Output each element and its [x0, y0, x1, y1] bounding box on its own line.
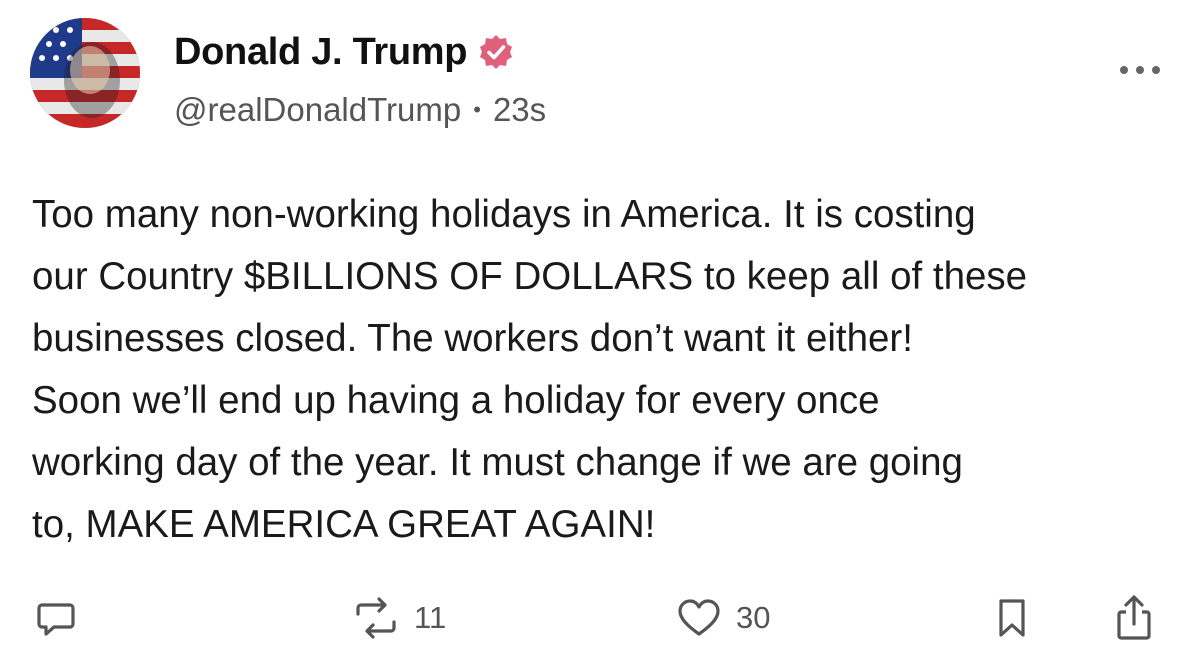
author-handle-row: @realDonaldTrump • 23s — [174, 88, 546, 132]
more-horizontal-icon-dot — [1152, 66, 1160, 74]
author-name-row: Donald J. Trump — [174, 26, 515, 78]
repost-icon — [356, 597, 396, 639]
verified-badge-icon — [477, 33, 515, 71]
author-handle[interactable]: @realDonaldTrump — [174, 91, 461, 129]
heart-icon — [678, 599, 720, 636]
avatar-flag-portrait-icon — [30, 18, 140, 128]
post-body-line: our Country $BILLIONS OF DOLLARS to keep… — [32, 255, 1028, 298]
reply-icon — [37, 603, 75, 636]
post-body-line: businesses closed. The workers don’t wan… — [32, 317, 913, 360]
repost-count: 11 — [414, 600, 447, 635]
post-body-line: to, MAKE AMERICA GREAT AGAIN! — [32, 503, 656, 546]
share-icon — [1117, 595, 1151, 640]
author-display-name[interactable]: Donald J. Trump — [174, 31, 468, 74]
like-count: 30 — [736, 600, 771, 635]
post-body-line: Soon we’ll end up having a holiday for e… — [32, 379, 880, 422]
post-body-line: Too many non-working holidays in America… — [32, 193, 976, 236]
more-options-button[interactable] — [1120, 60, 1160, 80]
bookmark-icon — [999, 599, 1025, 637]
post-body-line: working day of the year. It must change … — [32, 441, 963, 484]
meta-separator: • — [473, 97, 481, 122]
more-horizontal-icon-dot — [1136, 66, 1144, 74]
post-actions-bar: 11 30 — [0, 590, 1188, 646]
reply-button[interactable] — [34, 590, 78, 646]
post-body: Too many non-working holidays in America… — [32, 184, 1162, 556]
repost-button[interactable]: 11 — [352, 590, 446, 646]
share-button[interactable] — [1112, 590, 1156, 646]
avatar[interactable] — [30, 18, 140, 128]
bookmark-button[interactable] — [994, 590, 1030, 646]
truth-post: Donald J. Trump @realDonaldTrump • 23s T… — [0, 0, 1188, 662]
like-button[interactable]: 30 — [676, 590, 770, 646]
more-horizontal-icon-dot — [1120, 66, 1128, 74]
post-timestamp[interactable]: 23s — [493, 91, 546, 129]
